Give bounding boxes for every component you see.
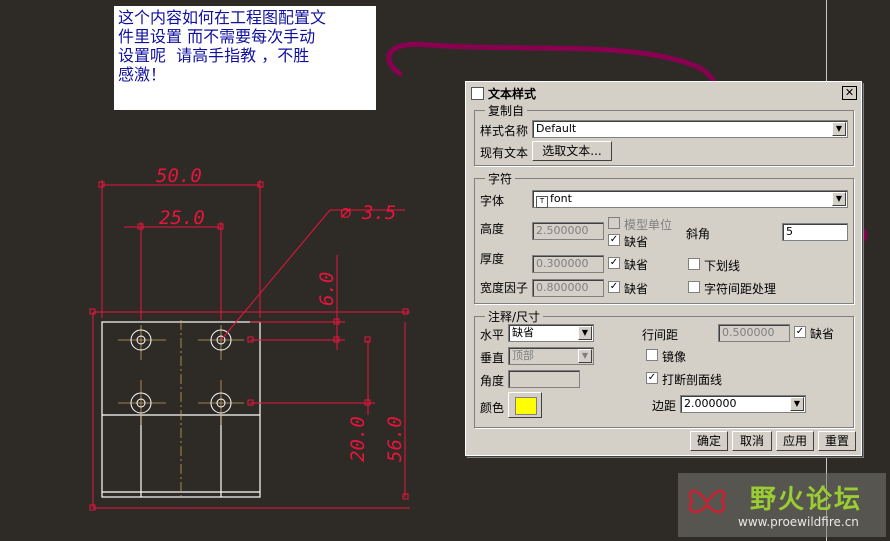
slant-label: 斜角 <box>686 227 711 241</box>
angle-field[interactable] <box>508 370 580 388</box>
vertical-value: 顶部 <box>512 349 534 362</box>
line-spacing-label: 行间距 <box>642 328 679 342</box>
reset-button[interactable]: 重置 <box>818 431 856 451</box>
break-hatch-label: 打断剖面线 <box>662 373 723 387</box>
font-dropdown[interactable]: Tfont ▼ <box>532 190 848 208</box>
hole-centerlines <box>118 320 244 500</box>
height-label: 高度 <box>480 222 505 236</box>
model-units-label: 模型单位 <box>624 218 673 232</box>
line-spacing-field[interactable]: 0.500000 <box>718 324 790 342</box>
style-name-dropdown[interactable]: Default ▼ <box>532 120 848 138</box>
angle-label: 角度 <box>480 374 505 388</box>
height-field[interactable]: 2.500000 <box>532 222 604 240</box>
text-style-dialog: 文本样式 ✕ 复制自 样式名称 Default ▼ 现有文本 选取文本... 字… <box>465 81 862 456</box>
font-value: font <box>550 192 572 205</box>
note-line-1: 这个内容如何在工程图配置文 <box>118 8 327 27</box>
break-hatch-checkbox[interactable]: ✓ <box>646 372 658 384</box>
select-text-button[interactable]: 选取文本... <box>532 141 612 161</box>
watermark-title: 野火论坛 <box>750 485 863 515</box>
dialog-titlebar[interactable]: 文本样式 ✕ <box>468 84 859 102</box>
cancel-button[interactable]: 取消 <box>732 431 772 451</box>
model-units-checkbox[interactable] <box>608 217 620 229</box>
slant-field[interactable]: 5 <box>782 223 848 241</box>
copy-from-group-label: 复制自 <box>485 102 528 119</box>
note-line-4: 感激！ <box>118 65 167 84</box>
underline-label: 下划线 <box>704 259 741 273</box>
style-name-label: 样式名称 <box>480 124 529 138</box>
dim-hole-dia-symbol: ⌀ <box>340 202 351 224</box>
character-group-label: 字符 <box>485 170 516 187</box>
line-spacing-default-checkbox[interactable]: ✓ <box>794 326 806 338</box>
underline-checkbox[interactable] <box>688 258 700 270</box>
dim-hole-spacing-text: 20.0 <box>347 416 369 462</box>
mirror-checkbox[interactable] <box>646 349 658 361</box>
dim-top-offset-text: 6.0 <box>316 272 338 306</box>
note-line-2: 件里设置 而不需要每次手动 <box>118 27 316 46</box>
note-line-3: 设置呢 请高手指教 ，不胜 <box>118 46 310 65</box>
style-name-value: Default <box>536 122 577 135</box>
question-note: 这个内容如何在工程图配置文 件里设置 而不需要每次手动 设置呢 请高手指教 ，不… <box>114 6 376 110</box>
width-default-label: 缺省 <box>624 282 649 296</box>
watermark-url: www.proewildfire.cn <box>738 515 859 529</box>
margin-dropdown[interactable]: 2.000000 ▼ <box>680 395 806 413</box>
thickness-default-checkbox[interactable]: ✓ <box>608 257 620 269</box>
kerning-label: 字符间距处理 <box>704 282 777 296</box>
copy-from-group: 复制自 <box>474 102 854 166</box>
vertical-dropdown[interactable]: 顶部 ▼ <box>508 347 594 365</box>
forum-watermark: 野火论坛 www.proewildfire.cn <box>678 473 886 537</box>
dim-height-text: 56.0 <box>384 416 406 462</box>
chevron-down-icon: ▼ <box>832 192 846 206</box>
existing-text-label: 现有文本 <box>480 146 529 160</box>
mirror-label: 镜像 <box>662 350 687 364</box>
horizontal-dropdown[interactable]: 缺省 ▼ <box>508 324 594 342</box>
butterfly-logo-icon <box>688 489 726 514</box>
color-label: 颜色 <box>480 401 505 415</box>
line-spacing-default-label: 缺省 <box>810 327 835 341</box>
dialog-title: 文本样式 <box>488 86 537 101</box>
apply-button[interactable]: 应用 <box>776 431 814 451</box>
window-icon <box>471 86 484 100</box>
margin-value: 2.000000 <box>684 397 737 410</box>
dim-width-text: 50.0 <box>156 165 202 187</box>
chevron-down-icon: ▼ <box>578 326 592 340</box>
height-default-label: 缺省 <box>624 235 649 249</box>
close-button[interactable]: ✕ <box>842 86 857 100</box>
thickness-label: 厚度 <box>480 252 505 266</box>
height-default-checkbox[interactable]: ✓ <box>608 234 620 246</box>
font-icon: T <box>536 196 548 208</box>
vertical-label: 垂直 <box>480 351 505 365</box>
width-factor-label: 宽度因子 <box>480 281 529 295</box>
horizontal-label: 水平 <box>480 328 505 342</box>
thickness-field[interactable]: 0.300000 <box>532 255 604 273</box>
kerning-checkbox[interactable] <box>688 281 700 293</box>
ok-button[interactable]: 确定 <box>690 431 728 451</box>
width-factor-field[interactable]: 0.800000 <box>532 279 604 297</box>
dimension-texts: 50.0 25.0 ⌀ 3.5 6.0 20.0 56.0 <box>156 165 406 462</box>
color-swatch <box>515 397 537 415</box>
thickness-default-label: 缺省 <box>624 258 649 272</box>
color-picker-button[interactable] <box>508 392 542 418</box>
chevron-down-icon: ▼ <box>790 397 804 411</box>
chevron-down-icon: ▼ <box>832 122 846 136</box>
font-label: 字体 <box>480 194 505 208</box>
chevron-down-icon: ▼ <box>578 349 592 363</box>
width-default-checkbox[interactable]: ✓ <box>608 281 620 293</box>
dim-half-width-text: 25.0 <box>159 207 205 229</box>
dim-hole-dia-text: 3.5 <box>361 202 396 224</box>
margin-label: 边距 <box>652 399 677 413</box>
note-dimension-group-label: 注释/尺寸 <box>485 308 544 325</box>
horizontal-value: 缺省 <box>512 326 534 339</box>
